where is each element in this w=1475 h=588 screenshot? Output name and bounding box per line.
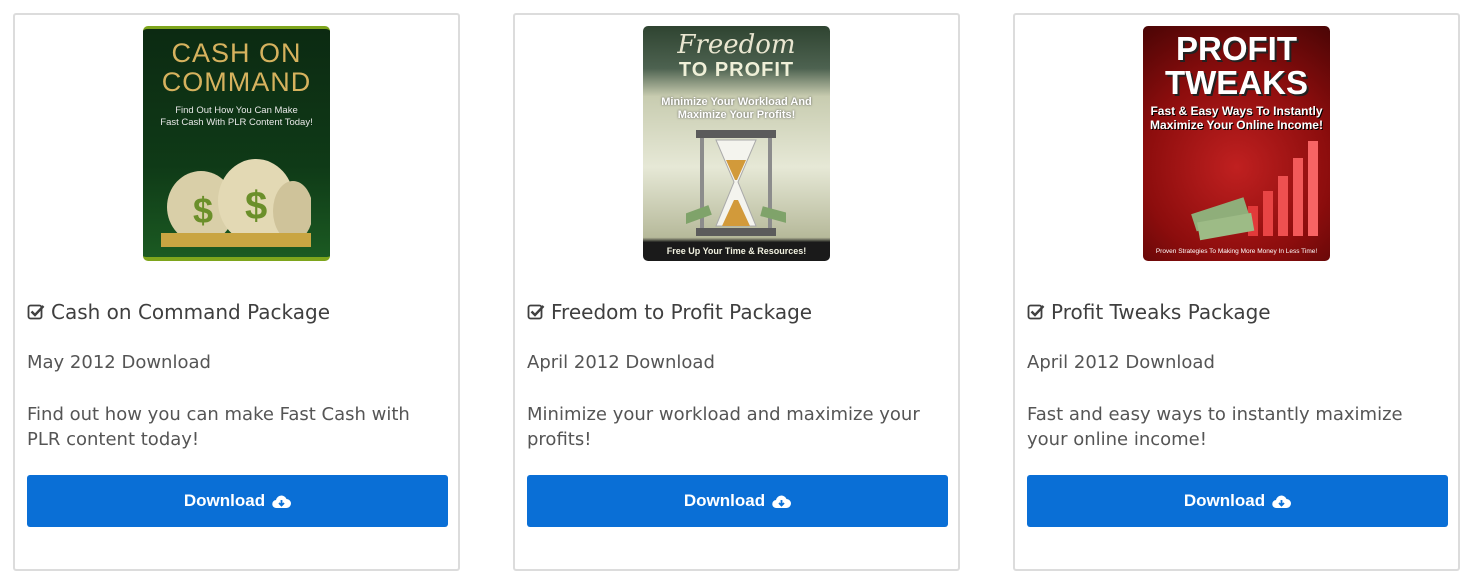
cover-tagline: Fast & Easy Ways To Instantly	[1150, 104, 1323, 118]
release-date: May 2012 Download	[27, 352, 211, 373]
cloud-download-icon	[772, 495, 792, 508]
svg-text:$: $	[193, 190, 213, 231]
product-description: Fast and easy ways to instantly maximize…	[1027, 404, 1403, 450]
hourglass-illustration	[686, 130, 786, 236]
product-title-text: Cash on Command Package	[51, 300, 330, 324]
product-description: Find out how you can make Fast Cash with…	[27, 404, 410, 450]
product-description: Minimize your workload and maximize your…	[527, 404, 920, 450]
cover-headline: PROFIT	[1176, 30, 1297, 67]
cloud-download-icon	[1272, 495, 1292, 508]
cloud-download-icon	[272, 495, 292, 508]
product-card: Freedom TO PROFIT Minimize Your Workload…	[513, 13, 960, 571]
cover-headline: CASH ON	[171, 38, 302, 68]
cover-tagline: Fast Cash With PLR Content Today!	[160, 117, 313, 128]
download-button[interactable]: Download	[527, 475, 948, 527]
cover-script-title: Freedom	[677, 30, 796, 60]
cover-bottom-text: Proven Strategies To Making More Money I…	[1155, 248, 1318, 255]
product-title: Cash on Command Package	[27, 300, 446, 324]
release-date: April 2012 Download	[527, 352, 715, 373]
download-button-label: Download	[183, 491, 266, 510]
cover-headline: TWEAKS	[1165, 64, 1308, 101]
cover-tagline: Maximize Your Online Income!	[1150, 118, 1323, 132]
product-cover-image: PROFIT TWEAKS Fast & Easy Ways To Instan…	[1143, 26, 1330, 261]
check-square-icon	[27, 304, 45, 320]
download-button-label: Download	[1183, 491, 1266, 510]
product-cover-image: CASH ON COMMAND Find Out How You Can Mak…	[143, 26, 330, 261]
product-title: Profit Tweaks Package	[1027, 300, 1446, 324]
check-square-icon	[527, 304, 545, 320]
cover-headline: COMMAND	[161, 67, 312, 97]
product-title: Freedom to Profit Package	[527, 300, 946, 324]
cover-tagline: Find Out How You Can Make	[175, 105, 298, 116]
money-bags-illustration: $ $	[161, 159, 311, 247]
product-title-text: Profit Tweaks Package	[1051, 300, 1271, 324]
cover-tagline: Maximize Your Profits!	[677, 109, 796, 121]
cover-headline: TO PROFIT	[678, 59, 795, 81]
release-date: April 2012 Download	[1027, 352, 1215, 373]
download-button-label: Download	[683, 491, 766, 510]
product-cover-image: Freedom TO PROFIT Minimize Your Workload…	[643, 26, 830, 261]
rising-bars-illustration	[1191, 141, 1318, 241]
download-button[interactable]: Download	[27, 475, 448, 527]
download-button[interactable]: Download	[1027, 475, 1448, 527]
cover-bottom-text: Free Up Your Time & Resources!	[666, 246, 807, 256]
cover-tagline: Minimize Your Workload And	[661, 96, 812, 108]
product-card: PROFIT TWEAKS Fast & Easy Ways To Instan…	[1013, 13, 1460, 571]
check-square-icon	[1027, 304, 1045, 320]
product-title-text: Freedom to Profit Package	[551, 300, 813, 324]
product-card: CASH ON COMMAND Find Out How You Can Mak…	[13, 13, 460, 571]
svg-text:$: $	[245, 184, 267, 228]
